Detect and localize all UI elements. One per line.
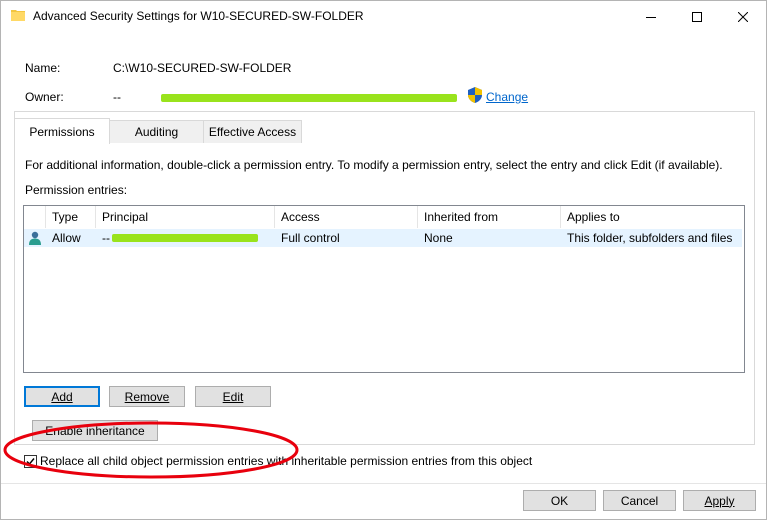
- table-row[interactable]: Allow -- Full control None This folder, …: [24, 229, 742, 247]
- column-header-icon[interactable]: [24, 206, 46, 228]
- row-inherited-from: None: [424, 231, 453, 245]
- apply-button[interactable]: Apply: [683, 490, 756, 511]
- owner-label: Owner:: [25, 90, 64, 104]
- edit-button[interactable]: Edit: [195, 386, 271, 407]
- edit-button-label: Edit: [222, 389, 244, 404]
- cancel-button-label: Cancel: [620, 493, 659, 508]
- row-principal-prefix: --: [102, 231, 110, 245]
- enable-inheritance-button[interactable]: Enable inheritance: [32, 420, 158, 441]
- owner-redaction: [161, 94, 457, 102]
- column-header-inherited-from[interactable]: Inherited from: [418, 206, 561, 228]
- user-icon: [29, 231, 41, 245]
- minimize-button[interactable]: [628, 1, 674, 32]
- add-button[interactable]: Add: [24, 386, 100, 407]
- column-header-access[interactable]: Access: [275, 206, 418, 228]
- ok-button[interactable]: OK: [523, 490, 596, 511]
- maximize-button[interactable]: [674, 1, 720, 32]
- tab-effective-access-label: Effective Access: [208, 125, 297, 139]
- owner-value-prefix: --: [113, 90, 121, 104]
- column-header-applies-to[interactable]: Applies to: [561, 206, 742, 228]
- row-access: Full control: [281, 231, 340, 245]
- remove-button-label: Remove: [124, 389, 170, 404]
- principal-redaction: [112, 234, 258, 242]
- permission-entries-label: Permission entries:: [25, 183, 128, 197]
- permission-entries-list[interactable]: Type Principal Access Inherited from App…: [23, 205, 745, 373]
- add-button-label: Add: [51, 389, 73, 404]
- folder-icon: [11, 10, 25, 21]
- title-bar[interactable]: Advanced Security Settings for W10-SECUR…: [1, 1, 766, 32]
- column-header-type[interactable]: Type: [46, 206, 96, 228]
- remove-button[interactable]: Remove: [109, 386, 185, 407]
- column-header-principal[interactable]: Principal: [96, 206, 275, 228]
- tab-effective-access[interactable]: Effective Access: [203, 120, 302, 143]
- close-button[interactable]: [720, 1, 766, 32]
- apply-button-label: Apply: [704, 493, 735, 508]
- tab-permissions-label: Permissions: [29, 124, 95, 139]
- minimize-icon: [646, 16, 656, 18]
- close-icon: [738, 11, 748, 22]
- permissions-info-text: For additional information, double-click…: [25, 158, 723, 172]
- tab-permissions[interactable]: Permissions: [14, 118, 110, 144]
- window-title: Advanced Security Settings for W10-SECUR…: [33, 9, 364, 23]
- row-applies-to: This folder, subfolders and files: [567, 231, 733, 245]
- row-type: Allow: [52, 231, 81, 245]
- tab-auditing[interactable]: Auditing: [107, 120, 206, 143]
- advanced-security-settings-window: Advanced Security Settings for W10-SECUR…: [0, 0, 767, 520]
- replace-child-permissions-checkbox[interactable]: [24, 455, 37, 468]
- ok-button-label: OK: [550, 493, 569, 508]
- checkmark-icon: [26, 458, 35, 466]
- name-value: C:\W10-SECURED-SW-FOLDER: [113, 61, 292, 75]
- footer-divider: [1, 483, 766, 484]
- name-label: Name:: [25, 61, 61, 75]
- uac-shield-icon: [468, 87, 482, 103]
- maximize-icon: [692, 11, 702, 22]
- change-owner-link[interactable]: Change: [486, 90, 528, 104]
- tab-auditing-label: Auditing: [134, 125, 179, 139]
- replace-child-permissions-label[interactable]: Replace all child object permission entr…: [40, 454, 532, 468]
- cancel-button[interactable]: Cancel: [603, 490, 676, 511]
- enable-inheritance-label: Enable inheritance: [45, 423, 145, 438]
